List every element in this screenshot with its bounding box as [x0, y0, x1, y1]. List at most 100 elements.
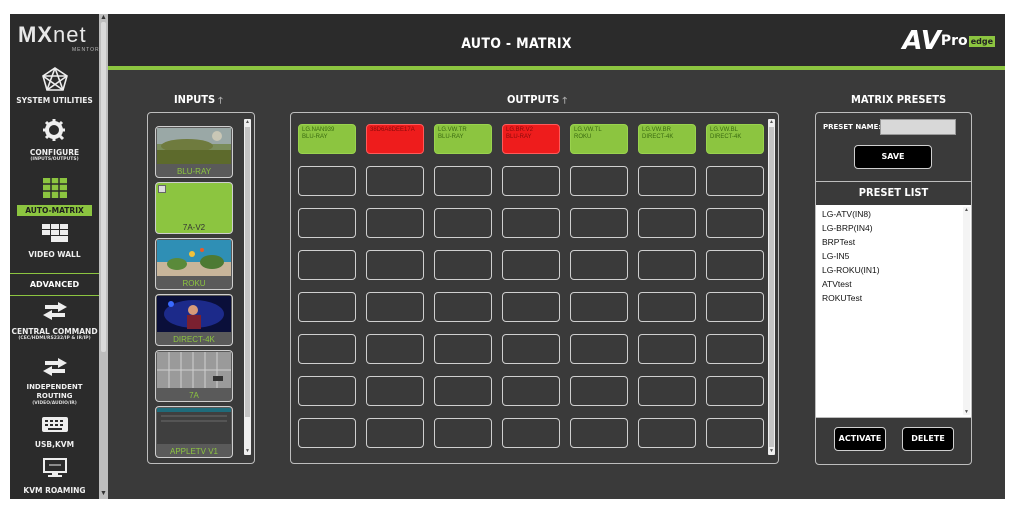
- output-slot-empty[interactable]: [434, 418, 492, 448]
- output-slot-empty[interactable]: [706, 376, 764, 406]
- scrollbar-thumb[interactable]: [101, 22, 106, 352]
- outputs-heading[interactable]: OUTPUTS 🡑: [507, 93, 567, 109]
- output-slot-empty[interactable]: [638, 418, 696, 448]
- sidebar-item-system-utilities[interactable]: SYSTEM UTILITIES: [10, 66, 99, 105]
- output-tile[interactable]: 38D6A8DEE17A: [366, 124, 424, 154]
- input-tile[interactable]: 7A: [155, 350, 233, 402]
- preset-list-item[interactable]: BRPTest: [822, 237, 855, 247]
- output-slot-empty[interactable]: [502, 334, 560, 364]
- sidebar-item-video-wall[interactable]: VIDEO WALL: [10, 223, 99, 259]
- scrollbar-thumb[interactable]: [245, 127, 250, 417]
- save-button[interactable]: SAVE: [854, 145, 932, 169]
- input-tile[interactable]: 7A-V2: [155, 182, 233, 234]
- sidebar-item-auto-matrix[interactable]: AUTO-MATRIX: [10, 177, 99, 216]
- output-slot-empty[interactable]: [434, 376, 492, 406]
- output-tile[interactable]: LG.VW.TL ROKU: [570, 124, 628, 154]
- scroll-down-icon[interactable]: ▼: [963, 409, 970, 415]
- preset-list-item[interactable]: LG-BRP(IN4): [822, 223, 873, 233]
- output-tile[interactable]: LG.VW.BR DIRECT-4K: [638, 124, 696, 154]
- output-slot-empty[interactable]: [366, 334, 424, 364]
- output-slot-empty[interactable]: [298, 292, 356, 322]
- preset-list-item[interactable]: ROKUTest: [822, 293, 862, 303]
- output-slot-empty[interactable]: [434, 166, 492, 196]
- scroll-up-icon[interactable]: ▲: [100, 14, 107, 22]
- output-slot-empty[interactable]: [502, 376, 560, 406]
- output-slot-empty[interactable]: [638, 334, 696, 364]
- scroll-up-icon[interactable]: ▲: [963, 207, 970, 213]
- output-slot-empty[interactable]: [706, 418, 764, 448]
- output-slot-empty[interactable]: [570, 208, 628, 238]
- outputs-scrollbar[interactable]: ▲ ▼: [768, 119, 775, 455]
- sidebar-scrollbar[interactable]: ▲ ▼: [99, 14, 108, 499]
- scroll-up-icon[interactable]: ▲: [244, 119, 251, 125]
- output-slot-empty[interactable]: [502, 166, 560, 196]
- output-slot-empty[interactable]: [570, 292, 628, 322]
- output-tile[interactable]: LG.VW.BL DIRECT-4K: [706, 124, 764, 154]
- output-slot-empty[interactable]: [638, 376, 696, 406]
- output-slot-empty[interactable]: [298, 166, 356, 196]
- scroll-up-icon[interactable]: ▲: [768, 119, 775, 125]
- output-slot-empty[interactable]: [502, 292, 560, 322]
- scroll-down-icon[interactable]: ▼: [768, 448, 775, 454]
- output-slot-empty[interactable]: [366, 292, 424, 322]
- scrollbar-thumb[interactable]: [769, 127, 774, 447]
- output-slot-empty[interactable]: [298, 376, 356, 406]
- scroll-down-icon[interactable]: ▼: [244, 448, 251, 454]
- sidebar-item-kvm-roaming[interactable]: KVM ROAMING: [10, 458, 99, 495]
- output-slot-empty[interactable]: [502, 250, 560, 280]
- output-slot-empty[interactable]: [434, 250, 492, 280]
- output-slot-empty[interactable]: [366, 376, 424, 406]
- output-tile[interactable]: LG.VW.TR BLU-RAY: [434, 124, 492, 154]
- input-tile[interactable]: DIRECT-4K: [155, 294, 233, 346]
- preset-list[interactable]: LG-ATV(IN8) LG-BRP(IN4) BRPTest LG-IN5 L…: [816, 205, 971, 417]
- output-slot-empty[interactable]: [638, 250, 696, 280]
- output-slot-empty[interactable]: [434, 208, 492, 238]
- advanced-section-label[interactable]: ADVANCED: [10, 273, 99, 296]
- preset-list-item[interactable]: ATVtest: [822, 279, 852, 289]
- output-slot-empty[interactable]: [366, 418, 424, 448]
- preset-list-item[interactable]: LG-ROKU(IN1): [822, 265, 880, 275]
- sidebar-item-central-command[interactable]: CENTRAL COMMAND (CEC/HDMI/RS232/IP & IR/…: [10, 301, 99, 342]
- output-slot-empty[interactable]: [298, 250, 356, 280]
- output-slot-empty[interactable]: [706, 208, 764, 238]
- inputs-scrollbar[interactable]: ▲ ▼: [244, 119, 251, 455]
- output-slot-empty[interactable]: [706, 166, 764, 196]
- output-slot-empty[interactable]: [298, 418, 356, 448]
- output-slot-empty[interactable]: [570, 250, 628, 280]
- sidebar-item-usb-kvm[interactable]: USB,KVM: [10, 414, 99, 449]
- scroll-down-icon[interactable]: ▼: [100, 490, 107, 498]
- output-tile[interactable]: LG.BR.V2 BLU-RAY: [502, 124, 560, 154]
- input-tile[interactable]: BLU-RAY: [155, 126, 233, 178]
- output-slot-empty[interactable]: [706, 250, 764, 280]
- output-slot-empty[interactable]: [638, 166, 696, 196]
- output-slot-empty[interactable]: [502, 208, 560, 238]
- input-tile[interactable]: APPLETV V1: [155, 406, 233, 458]
- output-slot-empty[interactable]: [638, 208, 696, 238]
- preset-list-scrollbar[interactable]: ▲ ▼: [963, 207, 970, 415]
- output-slot-empty[interactable]: [366, 166, 424, 196]
- output-slot-empty[interactable]: [366, 250, 424, 280]
- output-slot-empty[interactable]: [570, 334, 628, 364]
- output-slot-empty[interactable]: [502, 418, 560, 448]
- output-slot-empty[interactable]: [298, 208, 356, 238]
- output-slot-empty[interactable]: [434, 334, 492, 364]
- input-tile[interactable]: ROKU: [155, 238, 233, 290]
- preset-list-item[interactable]: LG-IN5: [822, 251, 849, 261]
- output-tile[interactable]: LG.NAN939 BLU-RAY: [298, 124, 356, 154]
- output-slot-empty[interactable]: [706, 334, 764, 364]
- sidebar-item-configure[interactable]: CONFIGURE (INPUTS/OUTPUTS): [10, 118, 99, 163]
- output-slot-empty[interactable]: [570, 166, 628, 196]
- sidebar-item-independent-routing[interactable]: INDEPENDENT ROUTING (VIDEO/AUDIO/IR): [10, 357, 99, 407]
- delete-button[interactable]: DELETE: [902, 427, 954, 451]
- output-slot-empty[interactable]: [434, 292, 492, 322]
- output-slot-empty[interactable]: [638, 292, 696, 322]
- preset-name-input[interactable]: [880, 119, 956, 135]
- activate-button[interactable]: ACTIVATE: [834, 427, 886, 451]
- output-slot-empty[interactable]: [570, 376, 628, 406]
- output-slot-empty[interactable]: [366, 208, 424, 238]
- output-slot-empty[interactable]: [298, 334, 356, 364]
- output-slot-empty[interactable]: [706, 292, 764, 322]
- inputs-heading[interactable]: INPUTS 🡑: [174, 93, 223, 109]
- preset-list-item[interactable]: LG-ATV(IN8): [822, 209, 871, 219]
- output-slot-empty[interactable]: [570, 418, 628, 448]
